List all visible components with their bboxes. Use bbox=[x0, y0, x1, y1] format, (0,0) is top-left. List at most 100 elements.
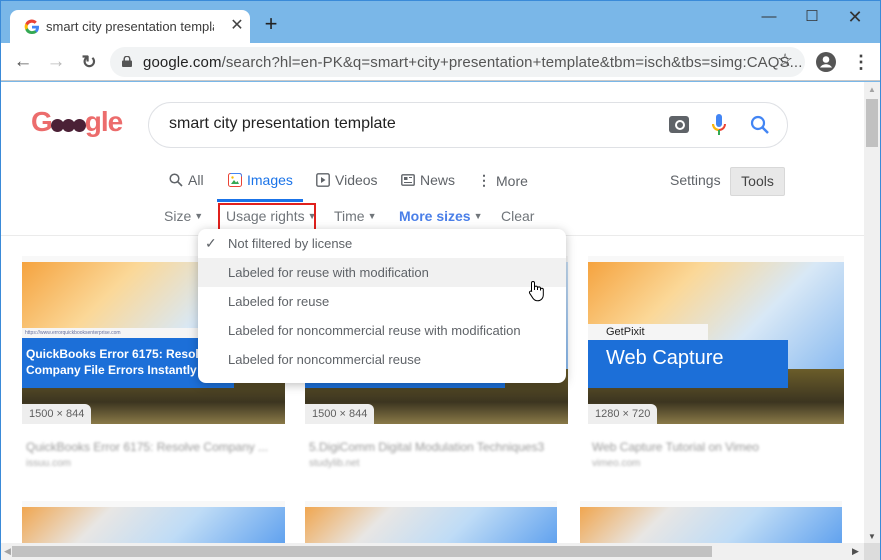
search-box[interactable]: smart city presentation template bbox=[148, 102, 788, 148]
overlay-line: QuickBooks Error 6175: Resolve bbox=[26, 347, 213, 361]
minimize-button[interactable]: — bbox=[754, 7, 784, 27]
result-title[interactable]: Web Capture Tutorial on Vimeo bbox=[592, 440, 759, 454]
image-result[interactable] bbox=[305, 501, 557, 543]
tools-button[interactable]: Tools bbox=[730, 167, 785, 196]
result-thumbnail[interactable]: GetPixit Web Capture 1280 × 720 bbox=[588, 256, 844, 424]
scroll-left-arrow-icon[interactable]: ◀ bbox=[4, 546, 11, 557]
result-title[interactable]: 5.DigiComm Digital Modulation Techniques… bbox=[309, 440, 544, 454]
option-label: Labeled for noncommercial reuse with mod… bbox=[228, 323, 521, 338]
url-path: /search?hl=en-PK&q=smart+city+presentati… bbox=[221, 54, 803, 71]
horizontal-scroll-thumb[interactable] bbox=[12, 546, 712, 557]
image-dimensions: 1280 × 720 bbox=[588, 404, 658, 424]
bookmark-star-icon[interactable]: ☆ bbox=[777, 50, 793, 71]
overlay-url: https://www.errorquickbooksenterprise.co… bbox=[22, 328, 222, 338]
tab-more-label: More bbox=[496, 172, 528, 189]
more-sizes-filter-label: More sizes bbox=[399, 208, 471, 224]
result-site[interactable]: issuu.com bbox=[26, 458, 71, 469]
microphone-icon[interactable] bbox=[711, 113, 727, 137]
size-filter-label: Size bbox=[164, 208, 192, 224]
image-dimensions: 1500 × 844 bbox=[305, 404, 375, 424]
video-icon bbox=[316, 173, 330, 187]
usage-option-noncommercial[interactable]: Labeled for noncommercial reuse bbox=[198, 345, 566, 374]
result-image bbox=[580, 507, 842, 543]
hand-cursor-icon bbox=[528, 280, 544, 302]
scrollbar-corner bbox=[864, 543, 880, 560]
browser-toolbar: ← → ↻ google.com/search?hl=en-PK&q=smart… bbox=[1, 43, 880, 81]
google-favicon-icon bbox=[24, 19, 40, 35]
vertical-scroll-thumb[interactable] bbox=[866, 99, 878, 147]
logo-letter-g: G bbox=[31, 106, 53, 137]
scroll-right-arrow-icon[interactable]: ▶ bbox=[852, 546, 859, 557]
vertical-scrollbar[interactable]: ▲ ▼ bbox=[864, 82, 880, 543]
url-domain: google.com bbox=[143, 54, 222, 71]
tab-all-label: All bbox=[188, 172, 204, 188]
url-text[interactable]: google.com/search?hl=en-PK&q=smart+city+… bbox=[143, 54, 802, 71]
result-site[interactable]: studylib.net bbox=[309, 458, 360, 469]
option-label: Labeled for noncommercial reuse bbox=[228, 352, 421, 367]
result-image bbox=[305, 507, 557, 543]
address-bar[interactable]: google.com/search?hl=en-PK&q=smart+city+… bbox=[110, 47, 805, 77]
back-button[interactable]: ← bbox=[12, 51, 34, 73]
tab-all[interactable]: All bbox=[169, 172, 204, 188]
result-site[interactable]: vimeo.com bbox=[592, 458, 640, 469]
new-tab-button[interactable]: + bbox=[260, 13, 282, 35]
overlay-line: Company File Errors Instantly bbox=[26, 363, 197, 377]
forward-button[interactable]: → bbox=[45, 51, 67, 73]
search-submit-icon[interactable] bbox=[749, 114, 771, 136]
usage-option-noncommercial-modification[interactable]: Labeled for noncommercial reuse with mod… bbox=[198, 316, 566, 345]
usage-option-reuse[interactable]: Labeled for reuse bbox=[198, 287, 566, 316]
tab-title: smart city presentation template bbox=[46, 19, 214, 34]
option-label: Labeled for reuse with modification bbox=[228, 265, 429, 280]
more-vert-icon: ⋮ bbox=[477, 172, 491, 188]
scroll-down-arrow-icon[interactable]: ▼ bbox=[867, 532, 877, 541]
dropdown-caret-icon: ▼ bbox=[367, 211, 377, 221]
tab-videos[interactable]: Videos bbox=[316, 172, 378, 188]
reload-button[interactable]: ↻ bbox=[78, 51, 100, 73]
option-label: Labeled for reuse bbox=[228, 294, 330, 309]
horizontal-scrollbar[interactable]: ◀ ▶ bbox=[1, 543, 864, 560]
search-input[interactable]: smart city presentation template bbox=[169, 115, 396, 133]
lock-icon bbox=[122, 56, 132, 67]
settings-link[interactable]: Settings bbox=[670, 172, 721, 188]
more-sizes-filter[interactable]: More sizes ▼ bbox=[399, 208, 483, 224]
option-label: Not filtered by license bbox=[228, 236, 353, 251]
browser-tab[interactable]: smart city presentation template ✕ bbox=[10, 10, 250, 44]
usage-rights-dropdown: ✓ Not filtered by license Labeled for re… bbox=[198, 229, 566, 383]
checkmark-icon: ✓ bbox=[205, 235, 217, 251]
result-title[interactable]: QuickBooks Error 6175: Resolve Company .… bbox=[26, 440, 268, 454]
result-image: GetPixit Web Capture bbox=[588, 262, 844, 424]
tab-news[interactable]: News bbox=[401, 172, 455, 188]
size-filter[interactable]: Size ▼ bbox=[164, 208, 203, 224]
close-window-button[interactable]: ✕ bbox=[840, 7, 870, 27]
logo-letters-gle: gle bbox=[84, 106, 123, 137]
image-result[interactable] bbox=[22, 501, 285, 543]
usage-option-reuse-modification[interactable]: Labeled for reuse with modification bbox=[198, 258, 566, 287]
tab-news-label: News bbox=[420, 172, 456, 188]
maximize-button[interactable]: ☐ bbox=[797, 7, 827, 27]
image-icon bbox=[228, 173, 242, 187]
overlay-brand: GetPixit bbox=[588, 324, 708, 340]
browser-window: smart city presentation template ✕ + — ☐… bbox=[0, 0, 881, 560]
scroll-up-arrow-icon[interactable]: ▲ bbox=[867, 85, 877, 94]
profile-avatar-icon[interactable] bbox=[816, 52, 836, 72]
browser-menu-icon[interactable]: ⋮ bbox=[852, 51, 870, 73]
overlay-title: Web Capture bbox=[606, 347, 724, 369]
tab-close-icon[interactable]: ✕ bbox=[229, 17, 245, 35]
dropdown-caret-icon: ▼ bbox=[473, 211, 483, 221]
camera-search-icon[interactable] bbox=[669, 116, 689, 133]
time-filter[interactable]: Time ▼ bbox=[334, 208, 377, 224]
result-image bbox=[22, 507, 285, 543]
search-icon bbox=[169, 173, 183, 187]
usage-option-not-filtered[interactable]: ✓ Not filtered by license bbox=[198, 229, 566, 258]
title-bar: smart city presentation template ✕ + — ☐… bbox=[1, 1, 880, 44]
dropdown-caret-icon: ▼ bbox=[194, 211, 204, 221]
tab-images[interactable]: Images bbox=[228, 172, 293, 188]
image-dimensions: 1500 × 844 bbox=[22, 404, 92, 424]
google-doodle-logo[interactable]: Ggle bbox=[31, 106, 123, 138]
clear-filters-link[interactable]: Clear bbox=[501, 208, 534, 224]
time-filter-label: Time bbox=[334, 208, 365, 224]
image-result[interactable] bbox=[580, 501, 842, 543]
google-images-page: Ggle smart city presentation template Al… bbox=[1, 82, 864, 543]
tab-videos-label: Videos bbox=[335, 172, 378, 188]
tab-more[interactable]: ⋮ More bbox=[477, 172, 528, 189]
